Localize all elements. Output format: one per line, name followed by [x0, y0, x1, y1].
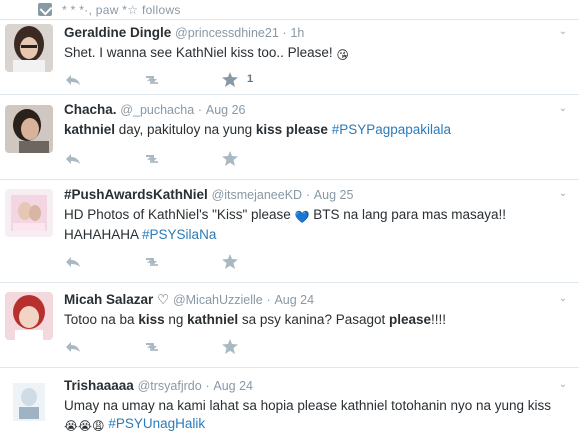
tweet-text-content: sa psy kanina? Pasagot	[238, 312, 389, 327]
tweet-text-content: day, pakituloy na yung	[115, 122, 256, 137]
tweet-text: Shet. I wanna see KathNiel kiss too.. Pl…	[64, 44, 555, 64]
tweet-5[interactable]: Trishaaaaa @trsyafjrdo · Aug 24 Umay na …	[0, 368, 579, 431]
follow-icon	[38, 3, 52, 16]
kiss-face-emoji: 😘	[336, 48, 349, 62]
hashtag-link[interactable]: #PSYUnagHalik	[105, 416, 205, 431]
tweet-1[interactable]: Geraldine Dingle @princessdhine21 · 1h S…	[0, 20, 579, 95]
tweet-text: HD Photos of KathNiel's "Kiss" please 💙 …	[64, 206, 555, 244]
author-name[interactable]: Geraldine Dingle	[64, 25, 171, 40]
heart-symbol: ♡	[157, 292, 170, 307]
tweet-text: kathniel day, pakituloy na yung kiss ple…	[64, 121, 555, 139]
author-name[interactable]: #PushAwardsKathNiel	[64, 187, 208, 202]
tweet-4[interactable]: Micah Salazar ♡ @MicahUzzielle · Aug 24 …	[0, 283, 579, 368]
tweet-timestamp[interactable]: Aug 26	[206, 103, 246, 117]
tweet-header: Chacha. @_puchacha · Aug 26	[64, 102, 555, 118]
tweet-text-content: Umay na umay na kami lahat sa hopia plea…	[64, 398, 552, 413]
tweet-header: Geraldine Dingle @princessdhine21 · 1h	[64, 25, 555, 41]
avatar-geraldine[interactable]	[5, 24, 53, 72]
highlight-keyword: kathniel	[64, 122, 116, 137]
tweet-header: Trishaaaaa @trsyafjrdo · Aug 24	[64, 378, 555, 394]
crying-face-emoji: 😭😭😩	[64, 419, 105, 431]
follows-notification-bar: * * *·, paw *☆ follows	[0, 0, 579, 20]
chevron-down-icon[interactable]: ⌄	[557, 26, 569, 38]
highlight-keyword: kathniel	[187, 312, 239, 327]
chevron-down-icon[interactable]: ⌄	[557, 293, 569, 305]
author-handle[interactable]: @itsmejaneeKD	[212, 188, 303, 202]
tweet-header: Micah Salazar ♡ @MicahUzzielle · Aug 24	[64, 292, 555, 308]
favorite-star-icon[interactable]	[221, 150, 239, 166]
highlight-keyword: please	[389, 312, 432, 327]
blue-heart-emoji: 💙	[294, 210, 310, 224]
tweet-text-content: Totoo na ba	[64, 312, 139, 327]
tweet-timestamp[interactable]: 1h	[290, 26, 304, 40]
chevron-down-icon[interactable]: ⌄	[557, 188, 569, 200]
author-name[interactable]: Trishaaaaa	[64, 378, 134, 393]
author-handle[interactable]: @trsyafjrdo	[138, 379, 202, 393]
avatar-pushawards[interactable]	[5, 189, 53, 237]
favorite-count: 1	[247, 73, 254, 85]
tweet-timestamp[interactable]: Aug 24	[274, 293, 314, 307]
author-name[interactable]: Micah Salazar	[64, 292, 153, 307]
tweet-text: Umay na umay na kami lahat sa hopia plea…	[64, 397, 555, 431]
avatar-micah[interactable]	[5, 292, 53, 340]
retweet-icon[interactable]	[143, 254, 161, 270]
author-handle[interactable]: @princessdhine21	[175, 26, 279, 40]
separator-dot: ·	[205, 379, 210, 393]
hashtag-link[interactable]: #PSYSilaNa	[142, 227, 216, 242]
tweet-text-content: HD Photos of KathNiel's "Kiss" please	[64, 207, 295, 222]
retweet-icon[interactable]	[143, 72, 161, 88]
tweet-timestamp[interactable]: Aug 25	[314, 188, 354, 202]
tweet-header: #PushAwardsKathNiel @itsmejaneeKD · Aug …	[64, 187, 555, 203]
follows-text: * * *·, paw *☆ follows	[62, 2, 181, 17]
chevron-down-icon[interactable]: ⌄	[557, 103, 569, 115]
author-name[interactable]: Chacha.	[64, 102, 117, 117]
separator-dot: ·	[282, 26, 287, 40]
author-handle[interactable]: @MicahUzzielle	[173, 293, 263, 307]
chevron-down-icon[interactable]: ⌄	[557, 379, 569, 391]
tweet-2[interactable]: Chacha. @_puchacha · Aug 26 kathniel day…	[0, 95, 579, 180]
retweet-icon[interactable]	[143, 151, 161, 167]
retweet-icon[interactable]	[143, 339, 161, 355]
separator-dot: ·	[197, 103, 203, 117]
tweet-3[interactable]: #PushAwardsKathNiel @itsmejaneeKD · Aug …	[0, 180, 579, 283]
separator-dot: ·	[266, 293, 271, 307]
author-handle[interactable]: @_puchacha	[120, 103, 194, 117]
tweet-text-content: !!!!	[431, 312, 447, 327]
favorite-star-icon[interactable]	[221, 338, 239, 354]
hashtag-link[interactable]: #PSYPagpapakilala	[332, 122, 451, 137]
reply-icon[interactable]	[64, 339, 82, 355]
tweet-text-content: Shet. I wanna see KathNiel kiss too.. Pl…	[64, 45, 337, 60]
reply-icon[interactable]	[64, 72, 82, 88]
avatar-chacha[interactable]	[5, 105, 53, 153]
highlight-keyword: kiss please	[255, 122, 328, 137]
tweet-text-content: ng	[164, 312, 188, 327]
reply-icon[interactable]	[64, 254, 82, 270]
avatar-trisha[interactable]	[5, 377, 53, 425]
favorite-star-icon[interactable]	[221, 253, 239, 269]
favorite-star-icon[interactable]	[221, 71, 239, 87]
reply-icon[interactable]	[64, 151, 82, 167]
tweet-text: Totoo na ba kiss ng kathniel sa psy kani…	[64, 311, 555, 329]
separator-dot: ·	[305, 188, 311, 202]
highlight-keyword: kiss	[138, 312, 165, 327]
tweet-timestamp[interactable]: Aug 24	[213, 379, 253, 393]
